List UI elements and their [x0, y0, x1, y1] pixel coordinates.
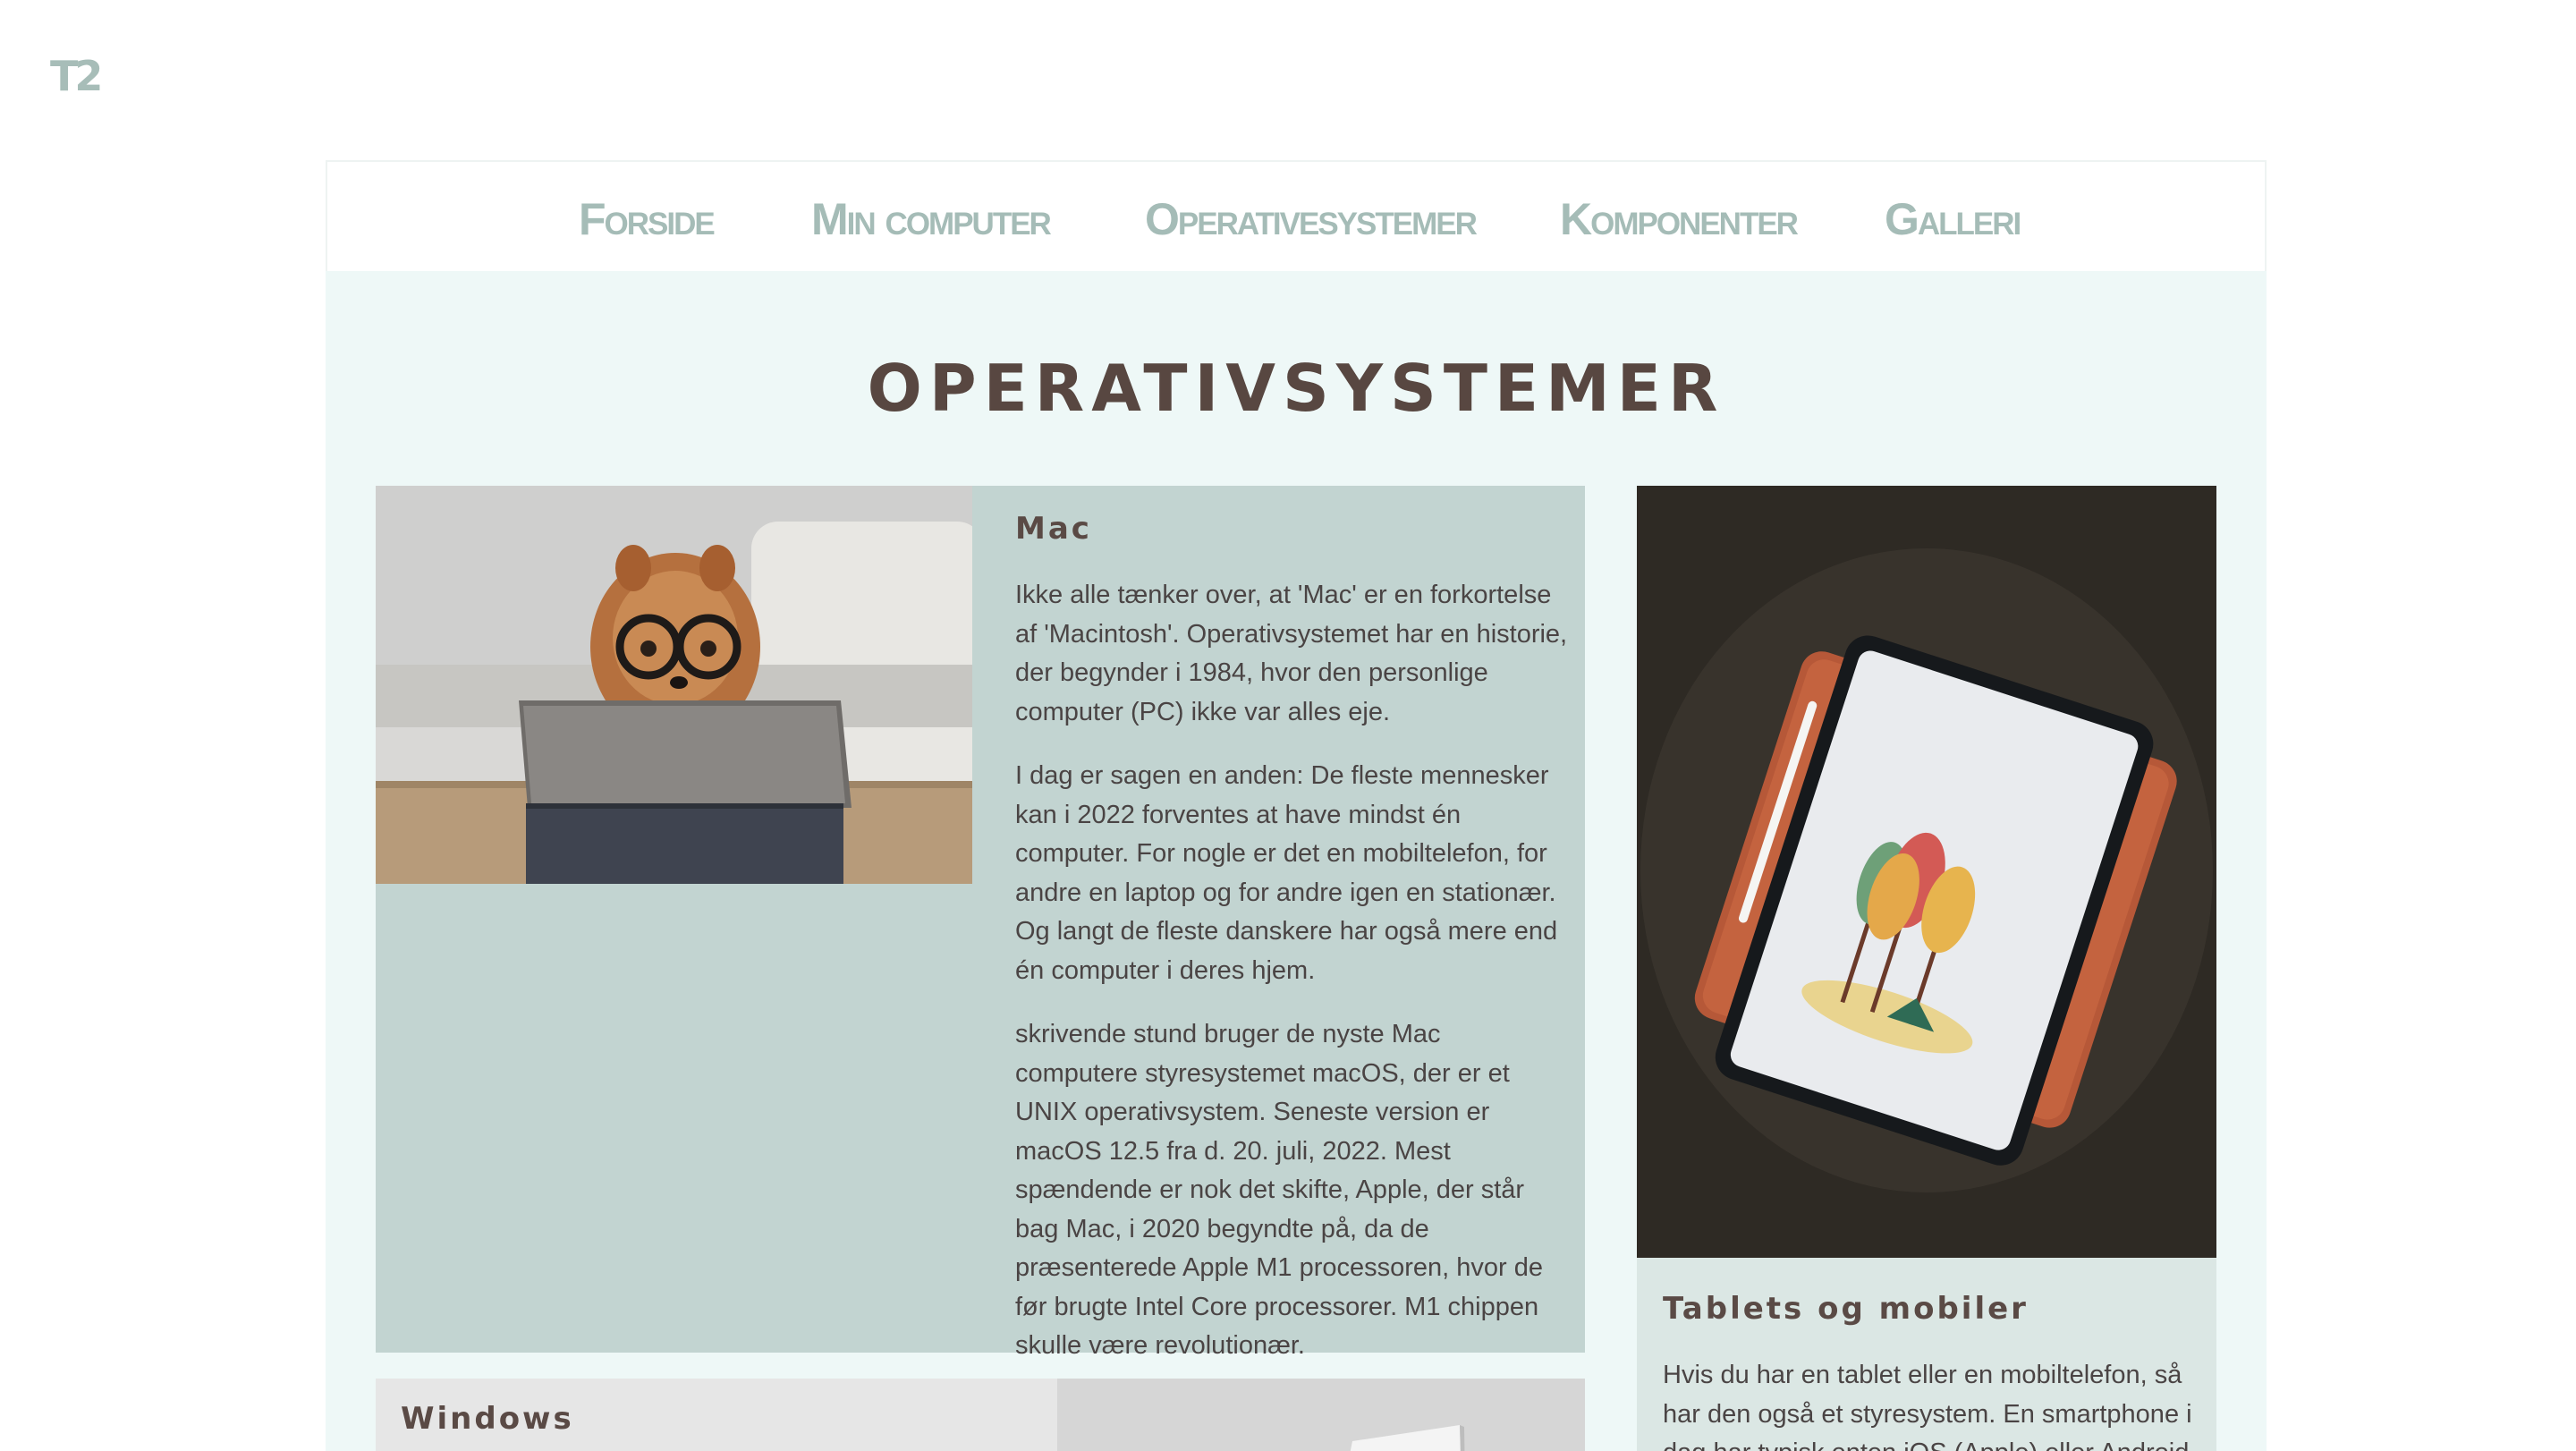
site-logo[interactable]: T2	[50, 52, 103, 100]
dog-with-ipad-image	[376, 486, 972, 884]
nav-item-min-computer[interactable]: Min computer	[811, 194, 1052, 244]
mac-card: Mac Ikke alle tænker over, at 'Mac' er e…	[376, 486, 1585, 1360]
nav-item-galleri[interactable]: Galleri	[1885, 194, 2021, 244]
tablets-text: Hvis du har en tablet eller en mobiltele…	[1663, 1356, 2199, 1451]
tablets-heading: Tablets og mobiler	[1663, 1291, 2029, 1327]
tablet-illustration-image	[1637, 486, 2216, 1258]
page-container: Forside Min computer Operativesystemer K…	[326, 160, 2267, 1451]
mac-heading: Mac	[1015, 511, 1092, 547]
nav-item-forside[interactable]: Forside	[579, 194, 716, 244]
page-title: OPERATIVSYSTEMER	[867, 351, 1725, 426]
mac-paragraph-1: Ikke alle tænker over, at 'Mac' er en fo…	[1015, 581, 1568, 726]
tablets-card: Tablets og mobiler Hvis du har en tablet…	[1637, 486, 2216, 1451]
main-nav: Forside Min computer Operativesystemer K…	[326, 160, 2267, 271]
nav-item-komponenter[interactable]: Komponenter	[1560, 194, 1799, 244]
mac-paragraph-2: I dag er sagen en anden: De fleste menne…	[1015, 761, 1558, 985]
nav-item-operativesystemer[interactable]: Operativesystemer	[1145, 194, 1478, 244]
windows-heading: Windows	[401, 1401, 574, 1437]
mac-text: Ikke alle tænker over, at 'Mac' er en fo…	[1015, 576, 1570, 1391]
mac-paragraph-3: skrivende stund bruger de nyste Mac comp…	[1015, 1020, 1544, 1360]
windows-laptop-image	[1057, 1379, 1585, 1451]
tablets-paragraph: Hvis du har en tablet eller en mobiltele…	[1663, 1361, 2192, 1451]
windows-card: Windows	[376, 1379, 1585, 1451]
